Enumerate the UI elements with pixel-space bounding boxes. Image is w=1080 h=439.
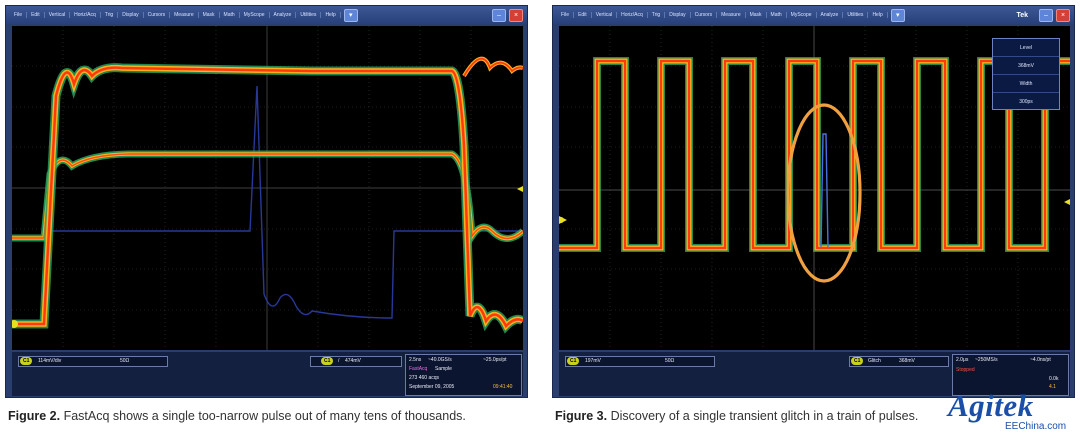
glitch-trigger-popup[interactable]: Level 368mV Width 300ps	[992, 38, 1060, 110]
popup-level-value[interactable]: 368mV	[993, 57, 1059, 75]
minimize-button[interactable]: –	[492, 8, 506, 22]
time: 09:41:40	[493, 384, 513, 390]
window-title: Tek	[1016, 11, 1028, 19]
ch1-badge[interactable]: C1	[567, 357, 580, 365]
sample-mode: Sample	[435, 366, 452, 372]
ch1-termination: 50Ω	[120, 358, 130, 364]
menu-bar: File Edit Vertical Horiz/Acq Trig Displa…	[553, 6, 1074, 24]
menu-utilities[interactable]: Utilities	[296, 12, 322, 18]
menu-help[interactable]: Help	[868, 12, 888, 18]
trigger-level-marker[interactable]	[517, 186, 523, 192]
timebase: 2.5ns	[409, 357, 422, 363]
acquisition-index: 4.1	[1049, 384, 1056, 390]
trigger-channel-badge[interactable]: C1	[851, 357, 864, 365]
menu-measure[interactable]: Measure	[717, 12, 746, 18]
lower-rail-trace	[12, 150, 523, 247]
glitch-trace	[820, 133, 829, 249]
menu-vertical[interactable]: Vertical	[592, 12, 618, 18]
close-button[interactable]: ×	[1056, 8, 1070, 22]
acquisition-count: 273 460 acqs	[409, 375, 440, 381]
menu-myscope[interactable]: MyScope	[787, 12, 817, 18]
record-resolution: ~4.0ns/pt	[1030, 357, 1051, 363]
fastacq-mode: FastAcq	[409, 366, 428, 372]
menu-utilities[interactable]: Utilities	[843, 12, 869, 18]
acquisition-status: Stopped	[956, 367, 975, 373]
close-button[interactable]: ×	[509, 8, 523, 22]
glitch-pulse-trace	[47, 85, 523, 319]
readout-panel: C1 114mV/div 50Ω C1 / 474mV 2.5ns ~40.0G…	[12, 352, 523, 396]
ch1-badge[interactable]: C1	[20, 357, 33, 365]
popup-level-label: Level	[993, 39, 1059, 57]
menu-file[interactable]: File	[557, 12, 575, 18]
menu-cursors[interactable]: Cursors	[144, 12, 171, 18]
ch1-scale: 114mV/div	[38, 358, 62, 364]
trigger-slope-icon: /	[338, 358, 340, 364]
acquisition-count: 0.0k	[1049, 376, 1059, 382]
record-resolution: ~25.0ps/pt	[483, 357, 507, 363]
menu-measure[interactable]: Measure	[170, 12, 199, 18]
popup-width-label: Width	[993, 75, 1059, 93]
figure-3-text: Discovery of a single transient glitch i…	[607, 409, 919, 423]
toolbar-toggle-button[interactable]: ▾	[343, 8, 358, 22]
menu-vertical[interactable]: Vertical	[45, 12, 71, 18]
menu-math[interactable]: Math	[767, 12, 787, 18]
menu-myscope[interactable]: MyScope	[240, 12, 270, 18]
scope-window-fig2: File Edit Vertical Horiz/Acq Trig Displa…	[5, 5, 528, 398]
sample-rate: ~40.0GS/s	[428, 357, 452, 363]
menu-trig[interactable]: Trig	[648, 12, 666, 18]
minimize-button[interactable]: –	[1039, 8, 1053, 22]
menu-analyze[interactable]: Analyze	[817, 12, 844, 18]
menu-edit[interactable]: Edit	[27, 12, 45, 18]
brand-watermark: Agitek	[948, 388, 1034, 423]
trigger-level-marker[interactable]	[1064, 199, 1070, 205]
menu-trig[interactable]: Trig	[101, 12, 119, 18]
main-pulse-trace	[12, 63, 523, 334]
sample-rate: ~250MS/s	[975, 357, 998, 363]
menu-analyze[interactable]: Analyze	[270, 12, 297, 18]
trigger-level: 474mV	[345, 358, 361, 364]
menu-mask[interactable]: Mask	[199, 12, 220, 18]
figure-2-caption: Figure 2. FastAcq shows a single too-nar…	[8, 409, 466, 423]
figure-2-label: Figure 2.	[8, 409, 61, 423]
trigger-channel-badge[interactable]: C1	[321, 357, 334, 365]
figure-3-label: Figure 3.	[555, 409, 608, 423]
popup-width-value[interactable]: 300ps	[993, 93, 1059, 110]
toolbar-toggle-button[interactable]: ▾	[890, 8, 905, 22]
timebase: 2.0μs	[956, 357, 969, 363]
menu-display[interactable]: Display	[665, 12, 691, 18]
menu-display[interactable]: Display	[118, 12, 144, 18]
figure-2-text: FastAcq shows a single too-narrow pulse …	[60, 409, 466, 423]
menu-edit[interactable]: Edit	[574, 12, 592, 18]
figure-3-caption: Figure 3. Discovery of a single transien…	[555, 409, 918, 423]
trigger-level: 368mV	[899, 358, 915, 364]
ch1-scale: 197mV	[585, 358, 601, 364]
menu-bar: File Edit Vertical Horiz/Acq Trig Displa…	[6, 6, 527, 24]
date: September 09, 2005	[409, 384, 455, 390]
menu-cursors[interactable]: Cursors	[691, 12, 718, 18]
channel-ground-marker[interactable]	[559, 217, 564, 223]
menu-help[interactable]: Help	[321, 12, 341, 18]
menu-math[interactable]: Math	[220, 12, 240, 18]
menu-horiz-acq[interactable]: Horiz/Acq	[70, 12, 101, 18]
menu-mask[interactable]: Mask	[746, 12, 767, 18]
menu-horiz-acq[interactable]: Horiz/Acq	[617, 12, 648, 18]
trigger-type: Glitch	[868, 358, 881, 364]
waveform-display[interactable]	[12, 26, 523, 350]
site-watermark: EEChina.com	[1005, 421, 1067, 432]
ch1-termination: 50Ω	[665, 358, 675, 364]
menu-file[interactable]: File	[10, 12, 28, 18]
